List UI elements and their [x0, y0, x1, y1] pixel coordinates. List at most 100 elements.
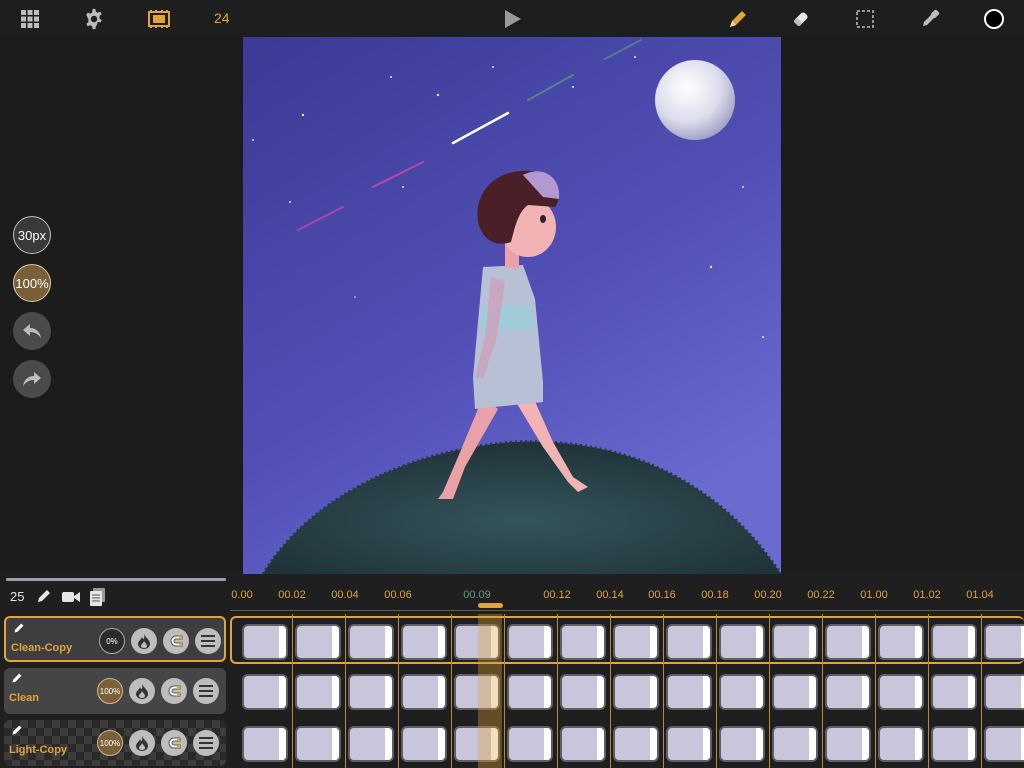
ruler-tick-label: 0.00 [231, 589, 253, 601]
ruler-tick-label: 00.02 [278, 589, 306, 601]
time-ruler[interactable]: 0.00 00.02 00.04 00.06 00.09 00.12 00.14 00.16 0… [230, 582, 1024, 611]
frame-thumbnail[interactable] [878, 726, 924, 762]
frame-thumbnail[interactable] [984, 624, 1024, 660]
frame-divider [398, 614, 399, 768]
eyedropper-icon[interactable] [917, 6, 943, 32]
undo-button[interactable] [13, 312, 51, 350]
fps-value[interactable]: 24 [214, 10, 230, 26]
frame-thumbnail[interactable] [825, 674, 871, 710]
pencil-icon[interactable] [725, 6, 751, 32]
layer-light-copy[interactable]: Light-Copy 100% [4, 720, 226, 766]
layer-clean-copy[interactable]: Clean-Copy 0% [4, 616, 226, 662]
gear-icon[interactable] [81, 6, 107, 32]
onion-skin-icon[interactable] [129, 730, 155, 756]
frame-thumbnail[interactable] [401, 726, 447, 762]
frame-thumbnail[interactable] [560, 674, 606, 710]
frame-thumbnail[interactable] [772, 726, 818, 762]
play-icon[interactable] [499, 6, 525, 32]
frame-thumbnail[interactable] [825, 624, 871, 660]
frame-thumbnail[interactable] [931, 674, 977, 710]
onion-skin-icon[interactable] [129, 678, 155, 704]
frame-divider [292, 614, 293, 768]
frame-thumbnail[interactable] [878, 624, 924, 660]
grid-icon[interactable] [17, 6, 43, 32]
frame-thumbnail[interactable] [719, 726, 765, 762]
frame-thumbnail[interactable] [560, 624, 606, 660]
layers-icon[interactable] [90, 588, 106, 611]
timeline-resize-handle[interactable] [6, 578, 226, 581]
brush-size-button[interactable]: 30px [13, 216, 51, 254]
frame-thumbnail[interactable] [984, 726, 1024, 762]
frame-thumbnail[interactable] [666, 726, 712, 762]
frame-thumbnail[interactable] [348, 674, 394, 710]
edit-pencil-icon[interactable] [36, 588, 52, 609]
frame-divider [981, 614, 982, 768]
drawing-canvas[interactable] [243, 37, 781, 574]
frame-thumbnail[interactable] [242, 726, 288, 762]
frame-thumbnail[interactable] [242, 674, 288, 710]
magnet-icon[interactable] [163, 628, 189, 654]
frame-thumbnail[interactable] [825, 726, 871, 762]
camera-icon[interactable] [62, 590, 80, 608]
brush-opacity-button[interactable]: 100% [13, 264, 51, 302]
frame-thumbnail[interactable] [295, 726, 341, 762]
frame-divider [822, 614, 823, 768]
animation-app: 24 30px 100% 25 0.00 00.02 00.04 00.06 0… [0, 0, 1024, 768]
redo-button[interactable] [13, 360, 51, 398]
ruler-tick-label: 00.09 [463, 589, 491, 601]
frame-thumbnail[interactable] [348, 726, 394, 762]
magnet-icon[interactable] [161, 730, 187, 756]
frame-thumbnail[interactable] [666, 624, 712, 660]
layer-opacity-button[interactable]: 0% [99, 628, 125, 654]
timeline-panel: 25 0.00 00.02 00.04 00.06 00.09 00.12 00.14 00.… [0, 574, 1024, 768]
frame-thumbnail[interactable] [666, 674, 712, 710]
frame-tracks[interactable] [230, 614, 1024, 768]
magnet-icon[interactable] [161, 678, 187, 704]
frame-thumbnail[interactable] [348, 624, 394, 660]
frame-thumbnail[interactable] [719, 624, 765, 660]
frame-thumbnail[interactable] [772, 674, 818, 710]
frame-thumbnail[interactable] [295, 674, 341, 710]
playhead-marker[interactable] [478, 603, 503, 608]
eraser-icon[interactable] [788, 6, 814, 32]
frame-thumbnail[interactable] [295, 624, 341, 660]
frame-divider [875, 614, 876, 768]
layer-opacity-button[interactable]: 100% [97, 730, 123, 756]
frame-thumbnail[interactable] [401, 624, 447, 660]
ruler-tick-label: 01.02 [913, 589, 941, 601]
layer-clean[interactable]: Clean 100% [4, 668, 226, 714]
frame-thumbnail[interactable] [401, 674, 447, 710]
frame-thumbnail[interactable] [984, 674, 1024, 710]
frame-thumbnail[interactable] [613, 624, 659, 660]
frame-thumbnail[interactable] [719, 674, 765, 710]
track-clean[interactable] [230, 668, 1024, 716]
frame-thumbnail[interactable] [507, 726, 553, 762]
frame-thumbnail[interactable] [507, 674, 553, 710]
frame-thumbnail[interactable] [878, 674, 924, 710]
frame-thumbnail[interactable] [931, 726, 977, 762]
frame-thumbnail[interactable] [613, 726, 659, 762]
frame-thumbnail[interactable] [931, 624, 977, 660]
frame-thumbnail[interactable] [507, 624, 553, 660]
selection-icon[interactable] [852, 6, 878, 32]
redo-icon [23, 372, 41, 386]
frame-thumbnail[interactable] [560, 726, 606, 762]
menu-icon[interactable] [195, 628, 221, 654]
layer-opacity-button[interactable]: 100% [97, 678, 123, 704]
layer-name: Light-Copy [9, 744, 68, 756]
frame-thumbnail[interactable] [772, 624, 818, 660]
frame-thumbnail[interactable] [242, 624, 288, 660]
onion-skin-icon[interactable] [131, 628, 157, 654]
track-light-copy[interactable] [230, 720, 1024, 768]
frame-thumbnail[interactable] [613, 674, 659, 710]
ruler-tick-label: 01.04 [966, 589, 994, 601]
frame-divider [504, 614, 505, 768]
menu-icon[interactable] [193, 730, 219, 756]
color-swatch-icon[interactable] [981, 6, 1007, 32]
menu-icon[interactable] [193, 678, 219, 704]
pencil-icon [14, 623, 24, 633]
film-icon[interactable] [146, 6, 172, 32]
track-clean-copy[interactable] [230, 616, 1024, 664]
layer-name: Clean [9, 692, 39, 704]
layer-name: Clean-Copy [11, 642, 73, 654]
